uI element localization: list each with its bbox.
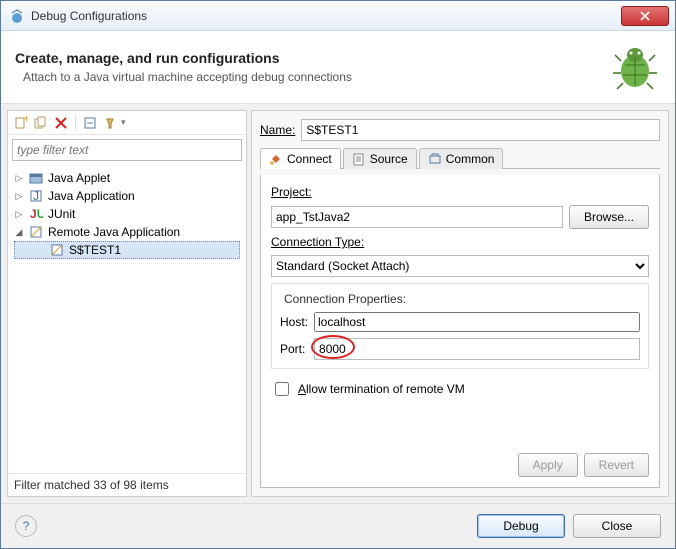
source-icon xyxy=(352,152,366,166)
tree-item-sstest1[interactable]: S$TEST1 xyxy=(14,241,240,259)
apply-button[interactable]: Apply xyxy=(518,453,578,477)
app-icon xyxy=(9,8,25,24)
expand-icon[interactable]: ▷ xyxy=(14,173,24,184)
titlebar: Debug Configurations xyxy=(1,1,675,31)
left-pane: + ▾ ▷ Java Applet ▷ J xyxy=(7,110,247,497)
host-label: Host: xyxy=(280,315,308,329)
bug-icon xyxy=(609,41,661,93)
filter-status: Filter matched 33 of 98 items xyxy=(8,473,246,496)
expand-icon[interactable]: ▷ xyxy=(14,191,24,202)
name-label: Name: xyxy=(260,123,295,137)
header: Create, manage, and run configurations A… xyxy=(1,31,675,104)
window-title: Debug Configurations xyxy=(31,9,621,23)
tree-label: Java Applet xyxy=(48,171,110,185)
tab-connect[interactable]: Connect xyxy=(260,148,341,169)
tab-source[interactable]: Source xyxy=(343,148,417,169)
tab-bar: Connect Source Common xyxy=(260,147,660,169)
tab-label: Connect xyxy=(287,152,332,166)
tab-common[interactable]: Common xyxy=(419,148,504,169)
filter-icon[interactable] xyxy=(101,114,119,132)
collapse-all-icon[interactable] xyxy=(81,114,99,132)
svg-text:+: + xyxy=(23,116,28,125)
java-app-icon: J xyxy=(28,188,44,204)
expand-icon[interactable]: ▷ xyxy=(14,209,24,220)
filter-input[interactable] xyxy=(12,139,242,161)
config-toolbar: + ▾ xyxy=(8,111,246,135)
svg-text:J: J xyxy=(33,189,39,203)
tree-label: Remote Java Application xyxy=(48,225,180,239)
allow-termination-input[interactable] xyxy=(275,382,289,396)
remote-java-icon xyxy=(28,224,44,240)
tree-label: S$TEST1 xyxy=(69,243,121,257)
dialog-window: Debug Configurations Create, manage, and… xyxy=(0,0,676,549)
svg-text:JU: JU xyxy=(30,207,43,221)
tree-label: Java Application xyxy=(48,189,135,203)
filter-field xyxy=(12,139,242,161)
footer: ? Debug Close xyxy=(1,503,675,548)
project-input[interactable] xyxy=(271,206,563,228)
host-input[interactable] xyxy=(314,312,640,332)
duplicate-config-icon[interactable] xyxy=(32,114,50,132)
tree-item-java-application[interactable]: ▷ J Java Application xyxy=(14,187,240,205)
tree-label: JUnit xyxy=(48,207,75,221)
allow-termination-checkbox[interactable]: Allow termination of remote VM xyxy=(271,379,649,399)
tree-item-junit[interactable]: ▷ JU JUnit xyxy=(14,205,240,223)
applet-icon xyxy=(28,170,44,186)
port-label: Port: xyxy=(280,342,308,356)
name-input[interactable] xyxy=(301,119,660,141)
browse-button[interactable]: Browse... xyxy=(569,205,649,229)
tab-label: Common xyxy=(446,152,495,166)
right-pane: Name: Connect Source Common Project: xyxy=(251,110,669,497)
config-tree[interactable]: ▷ Java Applet ▷ J Java Application ▷ JU … xyxy=(8,165,246,473)
new-config-icon[interactable]: + xyxy=(12,114,30,132)
tab-label: Source xyxy=(370,152,408,166)
junit-icon: JU xyxy=(28,206,44,222)
delete-config-icon[interactable] xyxy=(52,114,70,132)
window-close-button[interactable] xyxy=(621,6,669,26)
connection-type-select[interactable]: Standard (Socket Attach) xyxy=(271,255,649,277)
project-label: Project: xyxy=(271,185,649,199)
connection-properties-group: Connection Properties: Host: Port: xyxy=(271,283,649,369)
header-title: Create, manage, and run configurations xyxy=(15,50,609,66)
close-button[interactable]: Close xyxy=(573,514,661,538)
tree-item-java-applet[interactable]: ▷ Java Applet xyxy=(14,169,240,187)
connection-type-label: Connection Type: xyxy=(271,235,649,249)
port-input[interactable] xyxy=(314,338,640,360)
revert-button[interactable]: Revert xyxy=(584,453,649,477)
collapse-icon[interactable]: ◢ xyxy=(14,227,24,238)
connect-icon xyxy=(269,152,283,166)
debug-button[interactable]: Debug xyxy=(477,514,565,538)
header-subtitle: Attach to a Java virtual machine accepti… xyxy=(23,70,609,84)
help-button[interactable]: ? xyxy=(15,515,37,537)
connection-properties-label: Connection Properties: xyxy=(280,292,410,306)
tree-item-remote-java[interactable]: ◢ Remote Java Application xyxy=(14,223,240,241)
connect-panel: Project: Browse... Connection Type: Stan… xyxy=(260,175,660,488)
allow-termination-label: Allow termination of remote VM xyxy=(298,382,465,396)
launch-config-icon xyxy=(49,242,65,258)
common-icon xyxy=(428,152,442,166)
